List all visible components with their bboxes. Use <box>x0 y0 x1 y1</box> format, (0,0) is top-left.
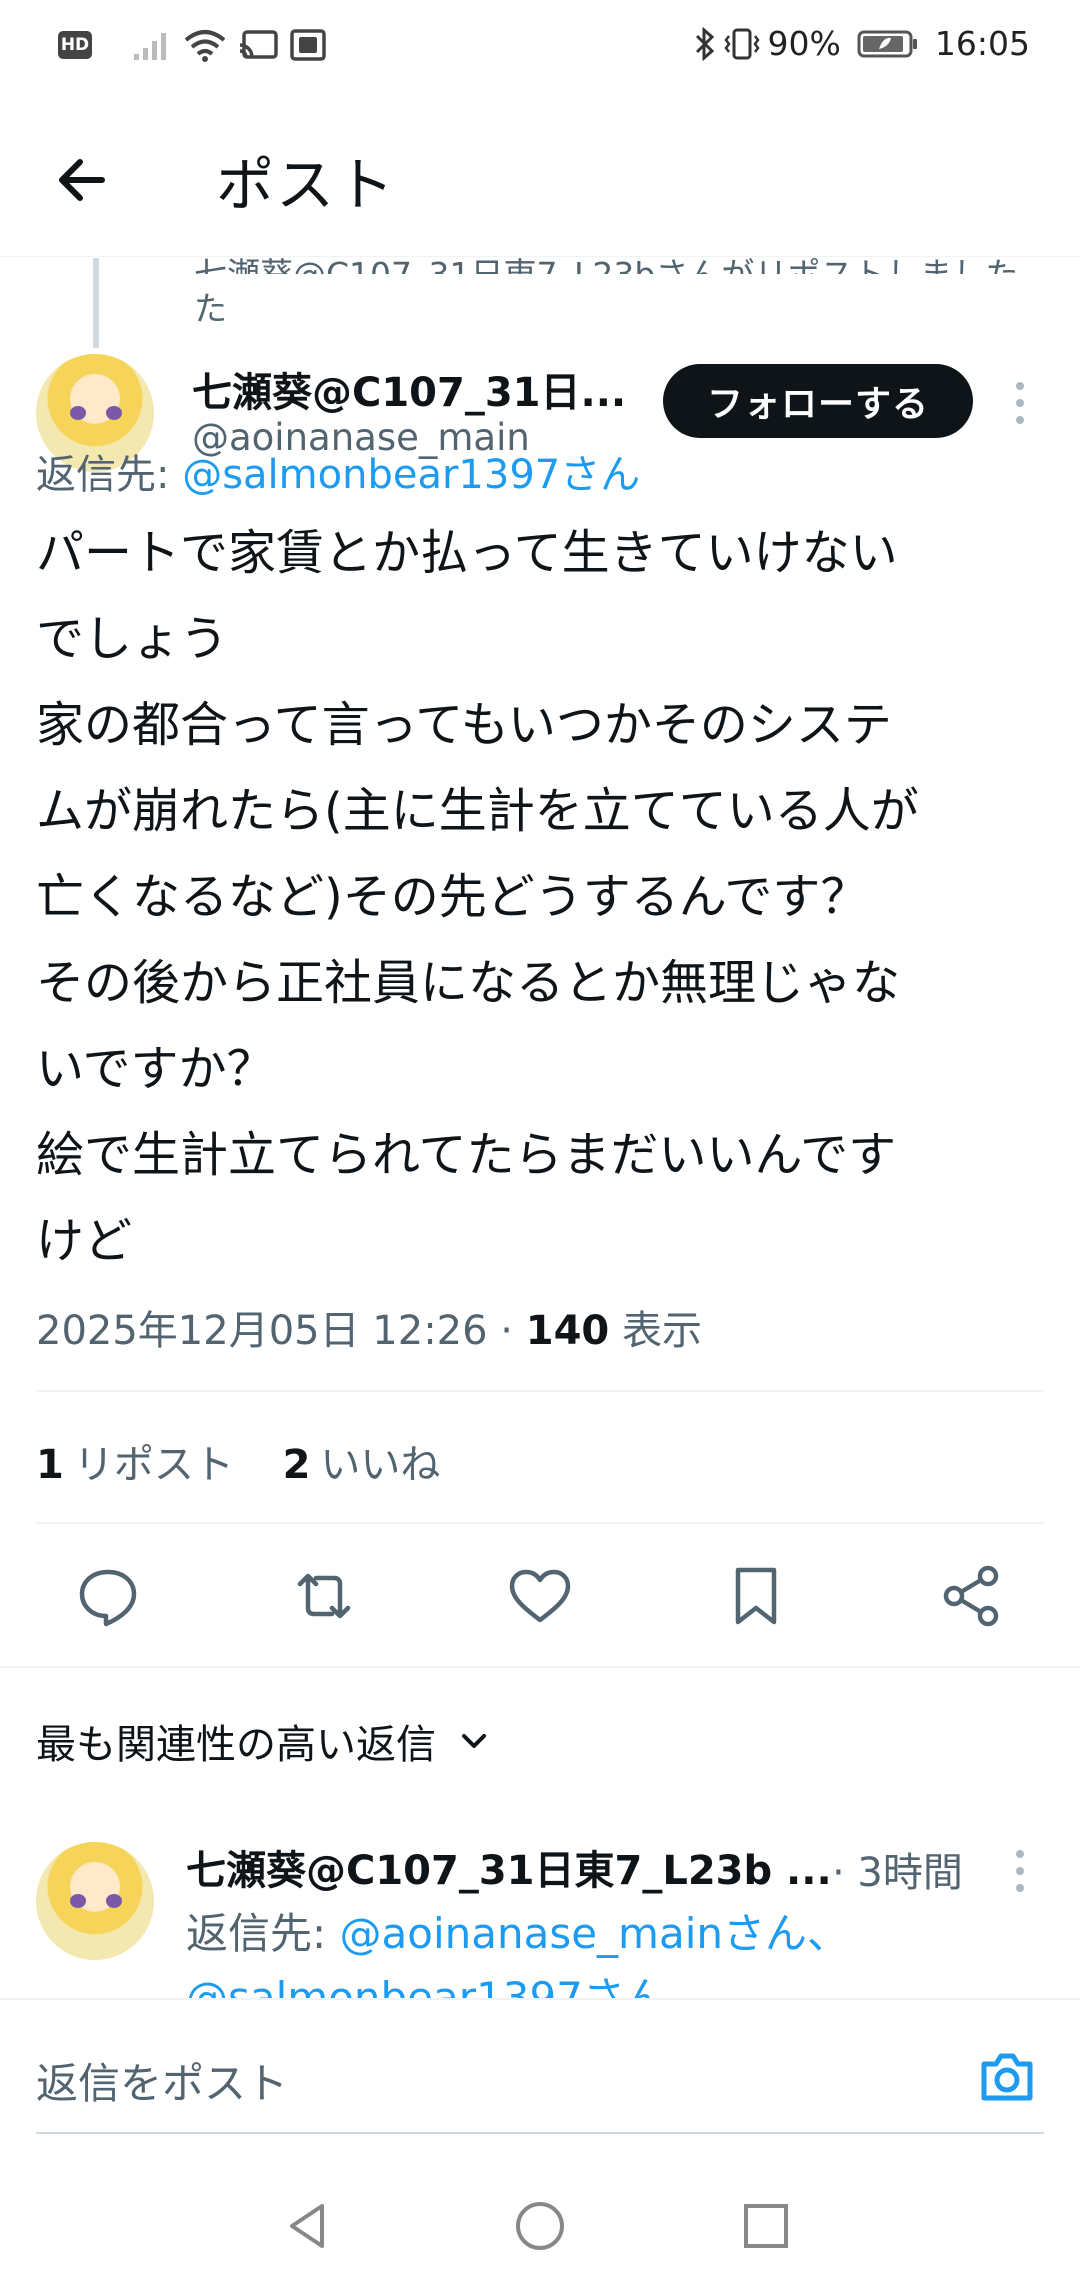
share-button[interactable] <box>936 1560 1008 1632</box>
reply-time: · 3時間 <box>832 1850 963 1896</box>
reply-to-line: 返信先: @salmonbear1397さん <box>36 442 640 500</box>
likes-stat[interactable]: 2 いいね <box>283 1442 441 1488</box>
arrow-left-icon <box>59 159 105 201</box>
nav-home-button[interactable] <box>514 2200 566 2252</box>
avatar-eyes <box>66 406 126 420</box>
repost-button[interactable] <box>288 1560 360 1632</box>
status-right: 90% 16:05 <box>694 24 1030 63</box>
post-body: パートで家賃とか払って生きていけない でしょう 家の都合って言ってもいつかそのシ… <box>36 510 1046 1284</box>
reply-to-user-link[interactable]: @salmonbear1397さん <box>182 452 640 498</box>
divider <box>36 1522 1044 1524</box>
thread-connector <box>93 258 99 348</box>
top-app-bar: ポスト <box>0 92 1080 257</box>
like-button[interactable] <box>504 1560 576 1632</box>
signal-icon <box>132 28 172 62</box>
reply-icon <box>79 1569 137 1627</box>
reposts-count: 1 <box>36 1442 64 1488</box>
repost-note-cut: 七瀬葵@C107_31日東7_L23bさんがリポストしました <box>194 248 1018 274</box>
reposts-label: リポスト <box>73 1442 234 1488</box>
post-timestamp: 2025年12月05日 12:26 · <box>36 1308 526 1354</box>
reply-to-prefix: 返信先: <box>186 1909 340 1958</box>
views-label: 表示 <box>609 1308 702 1354</box>
reposts-stat[interactable]: 1 リポスト <box>36 1442 234 1488</box>
post-line: パートで家賃とか払って生きていけない <box>36 525 898 581</box>
page-title: ポスト <box>216 151 397 219</box>
bookmark-icon <box>735 1567 777 1625</box>
section-divider <box>0 1666 1080 1668</box>
post-line: ムが崩れたら(主に生計を立てている人が <box>36 783 919 839</box>
post-line: 家の都合って言ってもいつかそのシステ <box>36 697 892 753</box>
screen-icon <box>290 29 326 61</box>
post-meta: 2025年12月05日 12:26 · 140 表示 <box>36 1298 702 1356</box>
repost-note-tail: た <box>194 289 227 328</box>
more-options-icon[interactable] <box>1016 382 1024 424</box>
post-line: その後から正社員になるとか無理じゃな <box>36 955 901 1011</box>
reply-author-name[interactable]: 七瀬葵@C107_31日東7_L23b ... <box>186 1838 866 1896</box>
avatar-eyes <box>66 1894 126 1908</box>
nav-back-button[interactable] <box>282 2200 334 2252</box>
back-button[interactable] <box>48 144 120 216</box>
cast-icon <box>238 29 278 61</box>
bluetooth-icon <box>694 26 716 61</box>
reply-to-line: 返信先: @aoinanase_mainさん、 @salmonbear1397さ… <box>186 1902 849 1998</box>
battery-icon <box>857 29 919 59</box>
battery-percent: 90% <box>767 24 841 63</box>
author-display-name[interactable]: 七瀬葵@C107_31日... <box>192 360 626 418</box>
vibrate-icon <box>723 27 760 61</box>
post-line: 絵で生計立てられてたらまだいいんです <box>36 1127 897 1183</box>
post-line: でしょう <box>36 611 229 667</box>
likes-label: いいね <box>320 1442 441 1488</box>
reply-to-prefix: 返信先: <box>36 452 183 498</box>
reply-avatar[interactable] <box>36 1842 154 1960</box>
replies-sort-dropdown[interactable]: 最も関連性の高い返信 <box>36 1712 490 1770</box>
engagement-stats: 1 リポスト 2 いいね <box>36 1432 440 1490</box>
likes-count: 2 <box>282 1442 311 1488</box>
input-underline <box>36 2132 1044 2134</box>
action-bar <box>0 1560 1080 1632</box>
chevron-down-icon <box>462 1734 486 1748</box>
hd-badge: HD <box>58 31 92 59</box>
status-bar: HD 90% 16:05 <box>0 0 1080 92</box>
wifi-icon <box>184 28 226 62</box>
circle-home-icon <box>516 2202 564 2250</box>
post-line: いですか？ <box>36 1041 275 1097</box>
reply-to-user-link[interactable]: @salmonbear1397さん <box>186 1966 849 1998</box>
reply-to-user-link[interactable]: @aoinanase_mainさん、 <box>340 1909 849 1958</box>
divider <box>36 1390 1044 1392</box>
nav-recents-button[interactable] <box>742 2202 790 2250</box>
like-icon <box>509 1569 571 1623</box>
bookmark-button[interactable] <box>720 1560 792 1632</box>
camera-button[interactable] <box>976 2046 1038 2108</box>
clock: 16:05 <box>934 24 1030 63</box>
post-line: けど <box>36 1213 133 1269</box>
square-recents-icon <box>744 2204 788 2248</box>
reply-button[interactable] <box>72 1560 144 1632</box>
follow-button[interactable]: フォローする <box>663 364 973 438</box>
share-icon <box>943 1565 999 1627</box>
system-nav-bar <box>0 2168 1080 2280</box>
triangle-back-icon <box>290 2204 324 2248</box>
camera-icon <box>981 2053 1033 2101</box>
repost-icon <box>297 1573 351 1619</box>
views-count: 140 <box>525 1308 610 1354</box>
reply-input[interactable]: 返信をポスト <box>36 2050 288 2111</box>
status-left: HD <box>58 28 326 62</box>
post-line: 亡くなるなど)その先どうするんです？ <box>36 869 869 925</box>
reply-more-options-icon[interactable] <box>1016 1850 1024 1892</box>
replies-sort-label: 最も関連性の高い返信 <box>36 1722 436 1768</box>
